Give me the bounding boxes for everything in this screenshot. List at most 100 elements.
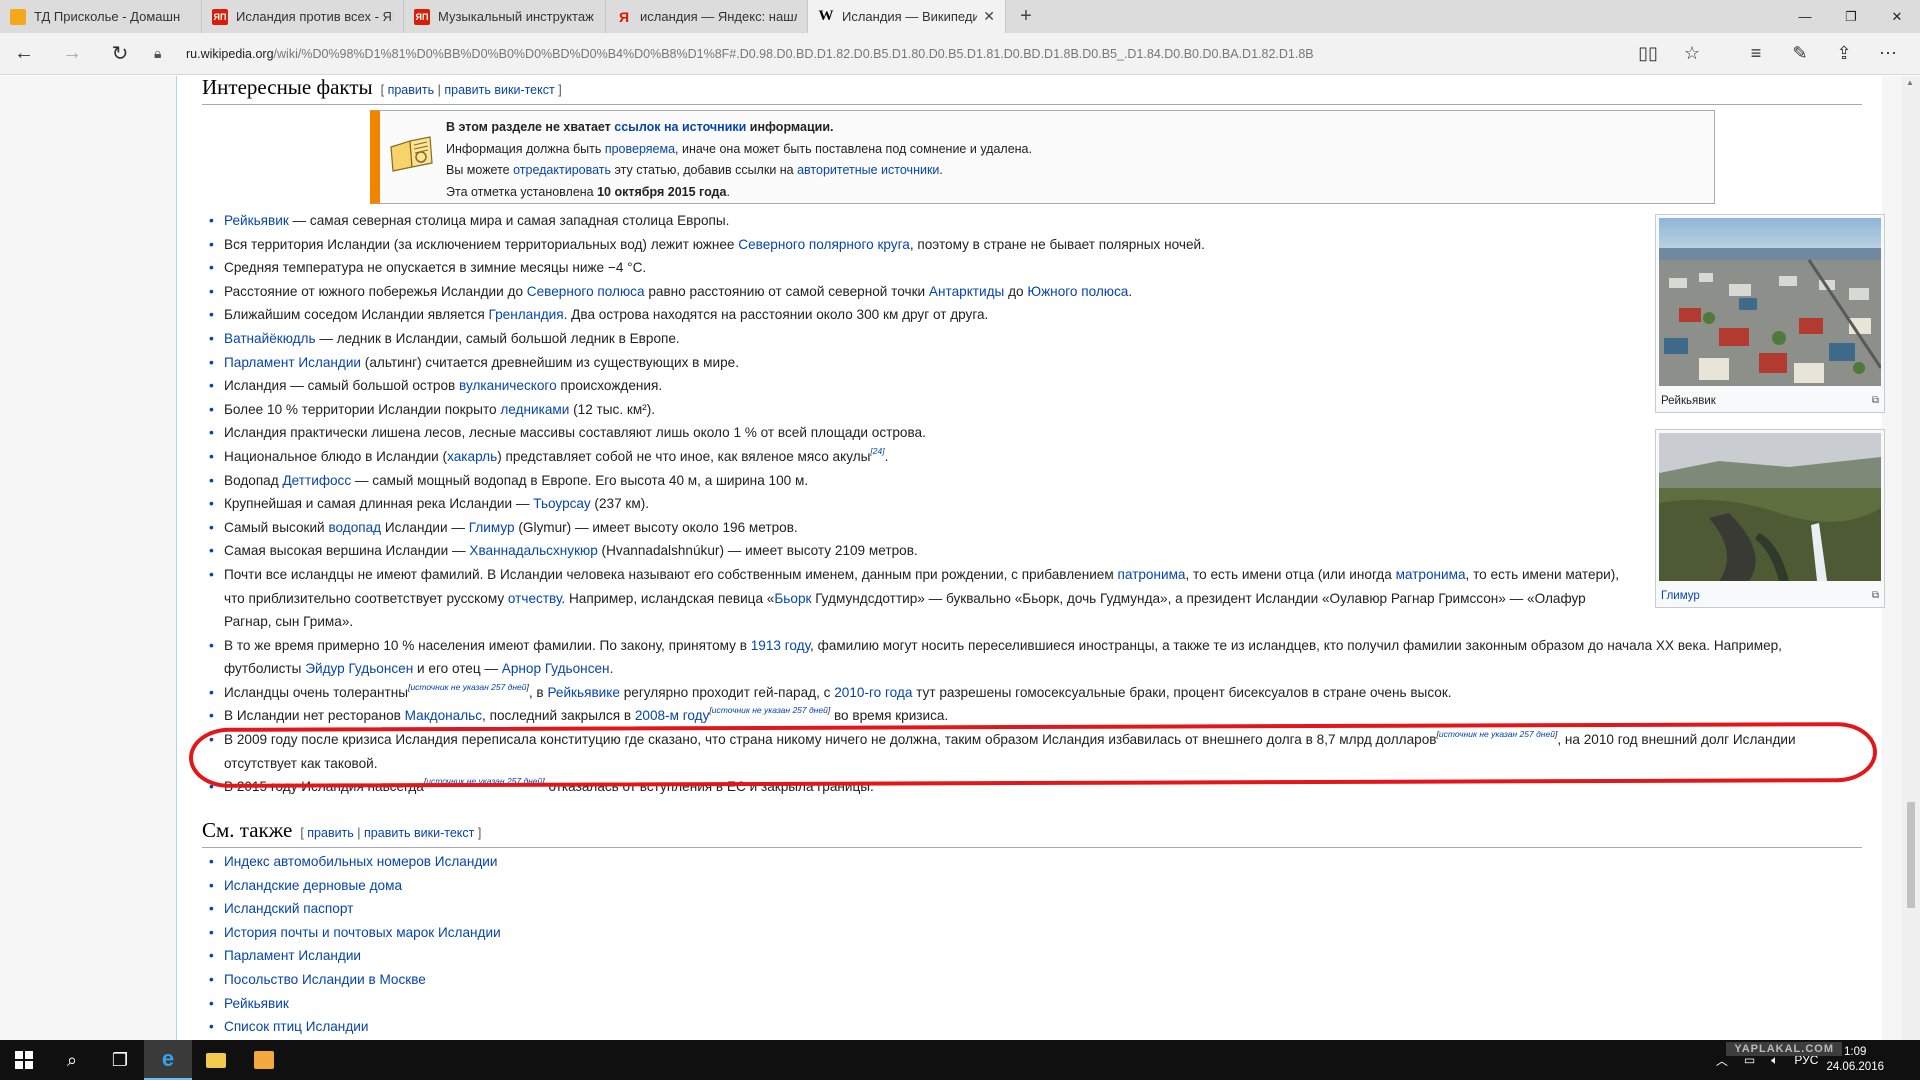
link[interactable]: История почты и почтовых марок Исландии [224,925,501,940]
scroll-up-icon[interactable]: ▲ [1906,78,1914,87]
thumbnail-glymur[interactable]: Глимур ⧉ [1655,429,1885,608]
list-item: Парламент Исландии (альтинг) считается д… [202,351,1620,375]
close-tab-icon[interactable]: ✕ [983,8,995,25]
url-field[interactable]: 🔒︎ ru.wikipedia.org/wiki/%D0%98%D1%81%D0… [154,45,1626,62]
outlook-icon[interactable] [240,1040,288,1080]
taskbar: ⌕ ❐ e ︿ ▭ 🔈︎ РУС 1:09 24.06.2016 YAPLAKA… [0,1040,1920,1080]
link[interactable]: Арнор Гудьонсен [502,661,610,676]
link[interactable]: Рейкьявик [224,996,289,1011]
enlarge-icon[interactable]: ⧉ [1872,395,1879,407]
tab-4[interactable]: Яисландия — Яндекс: нашл [606,0,808,33]
link[interactable]: 1913 году [751,638,810,653]
link[interactable]: вулканического [459,378,557,393]
restore-icon[interactable]: ❐ [1828,0,1874,33]
facts-list: Рейкьявик — самая северная столица мира … [202,209,1796,799]
windows-start-icon[interactable] [0,1040,48,1080]
link[interactable]: водопад [328,520,381,535]
address-bar: ← → ↻ 🔒︎ ru.wikipedia.org/wiki/%D0%98%D1… [0,33,1920,75]
link[interactable]: Рейкьявик [224,213,289,228]
minimize-icon[interactable]: — [1782,0,1828,33]
tab-5-active[interactable]: W Исландия — Википеди ✕ [808,0,1006,33]
vertical-scrollbar[interactable]: ▲ [1902,76,1920,1040]
citation-needed-link[interactable]: источник не указан 257 дней [410,682,526,692]
link[interactable]: Индекс автомобильных номеров Исландии [224,854,498,869]
list-item: Ватнайёкюдль — ледник в Исландии, самый … [202,327,1620,351]
edit-source-link[interactable]: править вики-текст [364,826,474,840]
list-item: Список птиц Исландии [202,1015,501,1039]
more-icon[interactable]: ⋯ [1866,33,1910,75]
link[interactable]: Глимур [1661,590,1700,602]
hub-icon[interactable]: ≡ [1734,33,1778,75]
link[interactable]: отчеству [508,591,562,606]
link[interactable]: Исландские дерновые дома [224,878,402,893]
close-window-icon[interactable]: ✕ [1874,0,1920,33]
link[interactable]: 2008-м году [635,708,710,723]
edit-article-link[interactable]: отредактировать [513,163,611,177]
tab-1[interactable]: ТД Присколье - Домашн [0,0,202,33]
edge-browser-icon[interactable]: e [144,1040,192,1080]
link[interactable]: Посольство Исландии в Москве [224,972,426,987]
refresh-icon[interactable]: ↻ [96,33,144,75]
link[interactable]: патронима [1118,567,1186,582]
link[interactable]: Южного полюса [1027,284,1128,299]
link[interactable]: Макдональс [405,708,482,723]
link[interactable]: Исландский паспорт [224,901,353,916]
link[interactable]: Северного полюса [527,284,645,299]
favorite-star-icon[interactable]: ☆ [1670,33,1714,75]
link[interactable]: Антарктиды [929,284,1004,299]
link[interactable]: Бьорк [774,591,811,606]
link[interactable]: Парламент Исландии [224,355,361,370]
forward-arrow-icon[interactable]: → [48,33,96,75]
citation-needed-link[interactable]: источник не указан 257 дней [712,705,828,715]
share-icon[interactable]: ⇪ [1822,33,1866,75]
edit-source-link[interactable]: править вики-текст [444,83,554,97]
reading-view-icon[interactable]: ▯▯ [1626,33,1670,75]
reliable-sources-link[interactable]: авторитетные источники [797,163,939,177]
list-item: Почти все исландцы не имеют фамилий. В И… [202,563,1620,634]
list-item: В то же время примерно 10 % населения им… [202,634,1862,681]
section-heading-facts: Интересные факты[ править | править вики… [202,76,1862,105]
list-item: Посольство Исландии в Москве [202,968,501,992]
link[interactable]: Эйдур Гудьонсен [305,661,413,676]
link[interactable]: Хваннадальсхнукюр [469,543,597,558]
glymur-photo [1659,433,1881,581]
enlarge-icon[interactable]: ⧉ [1872,590,1879,602]
link[interactable]: 2010-го года [834,685,912,700]
new-tab-button[interactable]: + [1006,0,1046,33]
file-explorer-icon[interactable] [192,1040,240,1080]
list-item: Национальное блюдо в Исландии (хакарль) … [202,445,1620,469]
edit-link[interactable]: править [388,83,435,97]
back-arrow-icon[interactable]: ← [0,33,48,75]
scrollbar-thumb[interactable] [1907,802,1915,908]
link[interactable]: матронима [1396,567,1466,582]
task-view-icon[interactable]: ❐ [96,1040,144,1080]
link[interactable]: ледниками [500,402,569,417]
search-icon[interactable]: ⌕ [48,1040,96,1080]
link[interactable]: Гренландия [489,307,564,322]
list-item: Расстояние от южного побережья Исландии … [202,280,1620,304]
verifiable-link[interactable]: проверяема [605,142,675,156]
thumbnail-caption: Глимур ⧉ [1659,586,1881,604]
edit-link[interactable]: править [307,826,354,840]
list-item: Парламент Исландии [202,944,501,968]
link[interactable]: Глимур [469,520,515,535]
link[interactable]: Список птиц Исландии [224,1019,368,1034]
link[interactable]: Деттифосс [282,473,351,488]
link[interactable]: хакарль [447,449,497,464]
thumbnail-reykjavik[interactable]: Рейкьявик ⧉ [1655,214,1885,413]
sources-link[interactable]: ссылок на источники [614,120,746,134]
reference-link[interactable]: [24] [870,446,884,456]
link[interactable]: Ватнайёкюдль [224,331,316,346]
list-item: Исландские дерновые дома [202,874,501,898]
web-note-icon[interactable]: ✎ [1778,33,1822,75]
tab-bar: ТД Присколье - Домашн ЯП Исландия против … [0,0,1920,33]
link[interactable]: Парламент Исландии [224,948,361,963]
tab-2[interactable]: ЯП Исландия против всех - ЯГ [202,0,404,33]
list-item: Индекс автомобильных номеров Исландии [202,850,501,874]
link[interactable]: Тьоурсау [533,496,590,511]
link[interactable]: Рейкьявике [547,685,620,700]
tab-3[interactable]: ЯП Музыкальный инструктаж б [404,0,606,33]
article-content: Интересные факты[ править | править вики… [176,76,1885,1040]
link[interactable]: Северного полярного круга [738,237,910,252]
